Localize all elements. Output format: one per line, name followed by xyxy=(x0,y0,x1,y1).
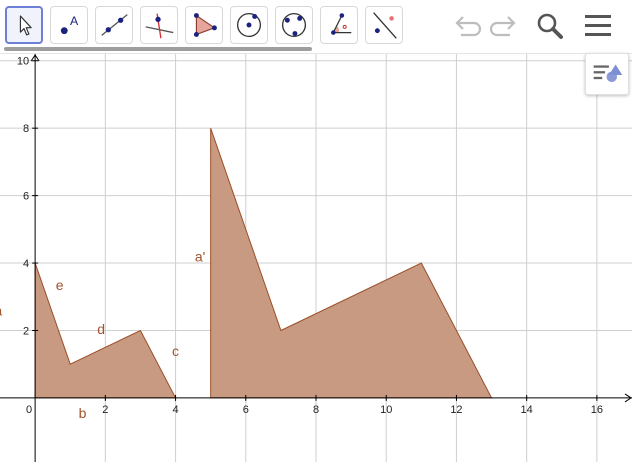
reflect-about-line-tool-button[interactable] xyxy=(365,6,403,44)
y-tick-label: 4 xyxy=(23,258,29,270)
y-tick-label: 8 xyxy=(23,123,29,135)
polygon-icon xyxy=(193,13,217,37)
style-bar-icon xyxy=(593,64,623,83)
label-a: a xyxy=(0,302,2,318)
style-bar-toggle-button[interactable] xyxy=(585,53,629,95)
perpendicular-line-tool-button[interactable] xyxy=(140,6,178,44)
y-tick-label: 2 xyxy=(23,325,29,337)
circle-three-points-icon xyxy=(281,12,307,38)
point-tool-label: A xyxy=(70,14,79,28)
label-e: e xyxy=(56,277,64,293)
x-tick-label: 10 xyxy=(380,404,392,416)
move-tool-button[interactable] xyxy=(5,6,43,44)
search-icon xyxy=(537,13,563,39)
x-tick-label: 0 xyxy=(26,404,32,416)
undo-icon xyxy=(455,16,482,37)
label-a-prime: a' xyxy=(195,248,205,264)
point-icon: A xyxy=(60,14,79,35)
label-c: c xyxy=(172,343,179,359)
circle-center-icon xyxy=(236,12,262,38)
reflect-line-icon xyxy=(373,12,397,39)
redo-icon xyxy=(489,16,516,37)
x-tick-label: 2 xyxy=(102,404,108,416)
x-tick-label: 6 xyxy=(243,404,249,416)
x-tick-label: 12 xyxy=(450,404,462,416)
y-tick-label: 10 xyxy=(17,56,29,68)
x-tick-label: 4 xyxy=(172,404,178,416)
x-tick-label: 16 xyxy=(591,404,603,416)
line-icon xyxy=(101,14,128,36)
x-tick-label: 14 xyxy=(521,404,533,416)
label-d: d xyxy=(97,321,105,337)
toolbar-scroll-indicator xyxy=(4,47,312,51)
toolbar: A xyxy=(0,0,632,52)
cursor-arrow-icon xyxy=(19,15,32,36)
angle-icon xyxy=(331,13,352,35)
main-menu-button[interactable] xyxy=(581,10,615,42)
undo-button[interactable] xyxy=(450,10,484,42)
angle-tool-button[interactable] xyxy=(320,6,358,44)
label-b: b xyxy=(79,405,87,421)
point-tool-button[interactable]: A xyxy=(50,6,88,44)
circle-three-points-tool-button[interactable] xyxy=(275,6,313,44)
graphics-view[interactable]: 0 2 4 6 8 10 12 14 16 2 4 6 8 10 a e d c b a' xyxy=(0,54,632,462)
polygon-tool-button[interactable] xyxy=(185,6,223,44)
circle-center-point-tool-button[interactable] xyxy=(230,6,268,44)
menu-icon xyxy=(585,15,611,36)
x-tick-label: 8 xyxy=(313,404,319,416)
search-button[interactable] xyxy=(533,10,567,42)
redo-button[interactable] xyxy=(487,10,521,42)
perpendicular-line-icon xyxy=(145,13,174,39)
line-tool-button[interactable] xyxy=(95,6,133,44)
y-tick-label: 6 xyxy=(23,191,29,203)
